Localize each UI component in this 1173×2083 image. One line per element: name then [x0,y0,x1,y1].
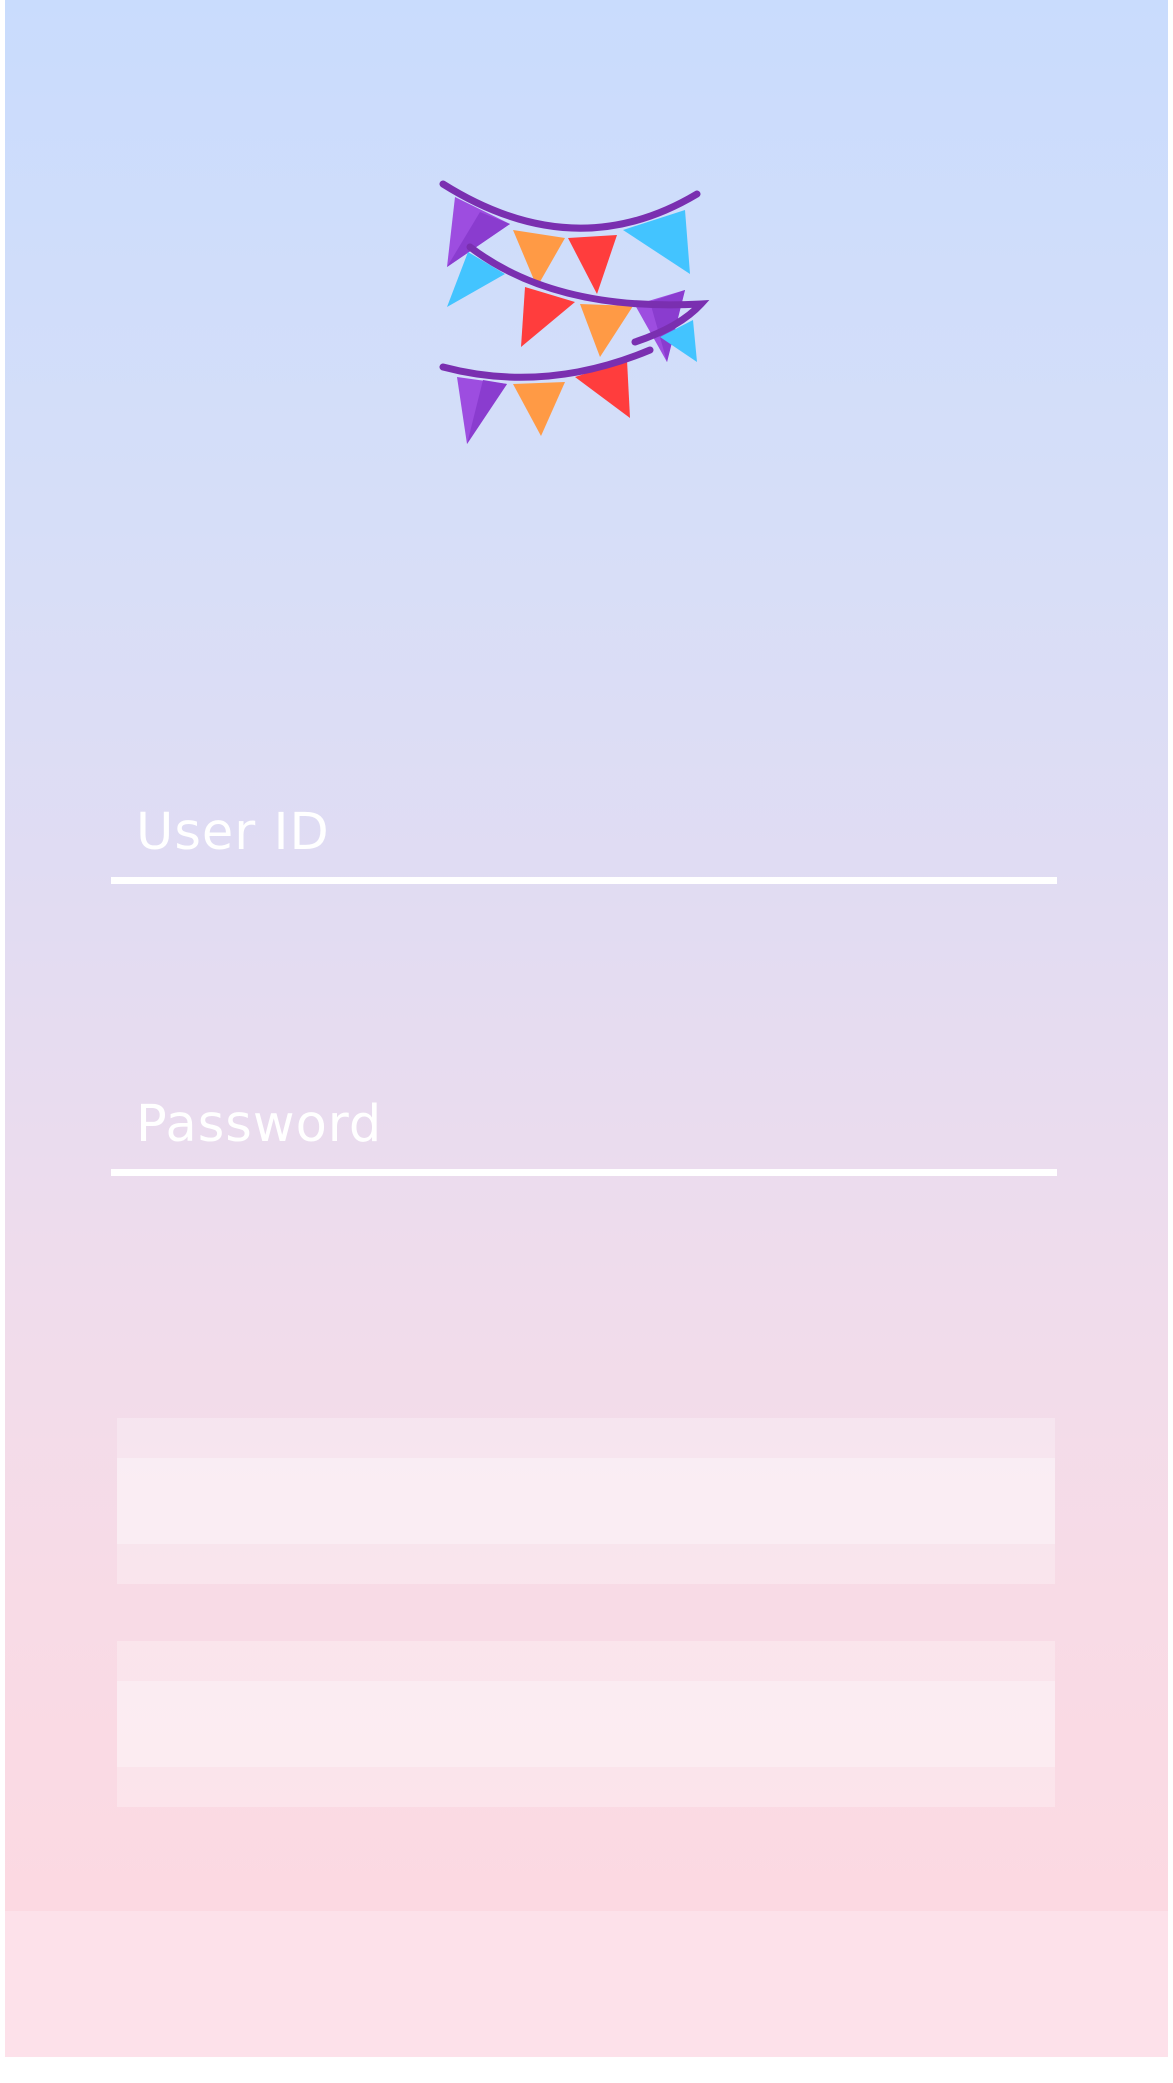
password-underline [111,1169,1057,1176]
password-placeholder: Password [136,1095,383,1154]
secondary-action-button[interactable] [117,1641,1055,1807]
user-id-field[interactable]: User ID [111,794,1057,884]
user-id-placeholder: User ID [136,803,330,862]
user-id-underline [111,877,1057,884]
login-screen: User ID Password [5,0,1168,2057]
primary-action-label [117,1458,1055,1544]
bottom-bar [5,1911,1168,2057]
secondary-action-label [117,1681,1055,1767]
party-bunting-icon [439,180,710,444]
password-field[interactable]: Password [111,1086,1057,1176]
primary-action-button[interactable] [117,1418,1055,1584]
